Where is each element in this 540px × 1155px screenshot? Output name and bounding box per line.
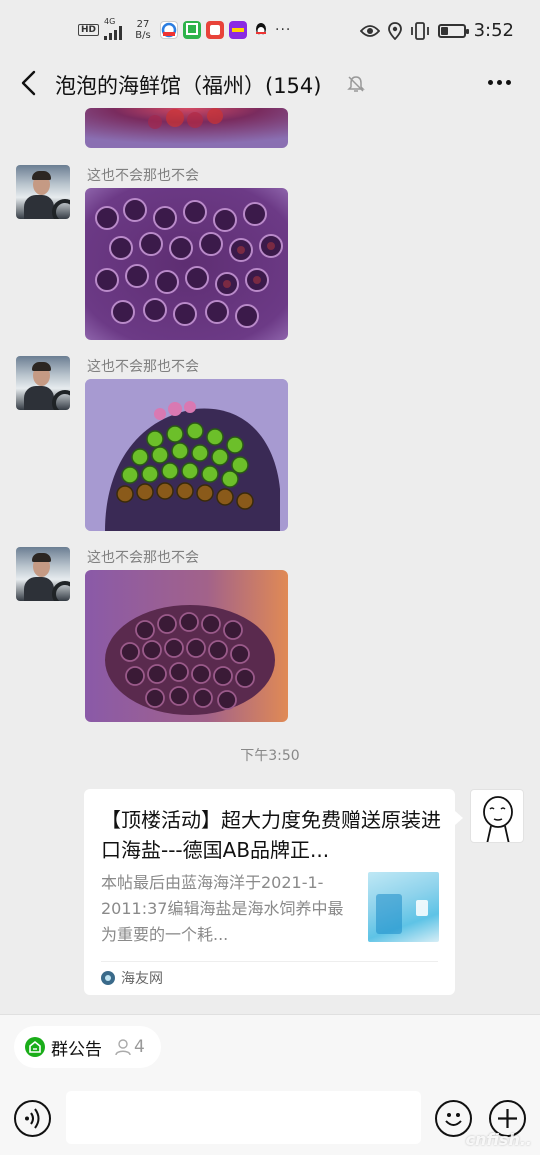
sender-name: 这也不会那也不会 [87, 168, 199, 184]
vibrate-icon [410, 21, 429, 40]
coral-image [85, 188, 288, 340]
net-speed-value: 27 [136, 19, 150, 30]
coral-image [85, 379, 288, 531]
net-speed-unit: B/s [135, 30, 151, 41]
input-row [0, 1091, 540, 1147]
source-name: 海友网 [121, 971, 163, 987]
signal-icon [104, 26, 123, 40]
hd-indicator: HD [78, 24, 100, 36]
sender-avatar[interactable] [16, 356, 70, 410]
notice-member-count: 4 [114, 1037, 145, 1057]
clock: 3:52 [473, 20, 514, 41]
image-message[interactable] [85, 188, 288, 340]
notice-label: 群公告 [51, 1039, 102, 1060]
chat-area[interactable]: 这也不会那也不会 这也不会那也不会 这也不会那也不会 下午3:50 【顶楼活动】… [0, 108, 540, 1014]
message-timestamp: 下午3:50 [240, 748, 300, 764]
message-input[interactable] [66, 1091, 421, 1144]
link-card-thumbnail [368, 872, 439, 942]
link-card-title: 【顶楼活动】超大力度免费赠送原装进口海盐---德国AB品牌正... [101, 808, 441, 862]
voice-button[interactable] [14, 1100, 51, 1137]
red-app-icon [206, 21, 225, 39]
sender-avatar[interactable] [16, 547, 70, 601]
more-notifications: ··· [275, 22, 292, 38]
image-message-partial[interactable] [85, 108, 288, 148]
my-avatar[interactable] [470, 789, 524, 843]
sender-name: 这也不会那也不会 [87, 550, 199, 566]
green-app-icon [183, 21, 202, 39]
network-indicator: 4G [104, 18, 126, 42]
location-icon [387, 21, 402, 40]
more-button[interactable] [486, 70, 516, 96]
image-message[interactable] [85, 379, 288, 531]
more-dot [506, 80, 511, 85]
chat-title: 泡泡的海鲜馆（福州）(154) [55, 74, 322, 98]
battery-fill [440, 26, 448, 35]
eye-icon [359, 24, 380, 37]
more-dot [488, 80, 493, 85]
coral-image [85, 570, 288, 722]
net-speed: 27 B/s [131, 19, 155, 41]
mute-indicator [346, 74, 366, 94]
battery-icon [437, 23, 469, 38]
input-panel: 群公告 4 cnfish.. [0, 1014, 540, 1155]
network-type: 4G [104, 17, 116, 26]
browser-app-icon [160, 21, 179, 39]
more-dot [497, 80, 502, 85]
link-card-source: 海友网 [101, 968, 163, 988]
card-divider [101, 961, 438, 962]
source-logo-icon [101, 971, 115, 985]
mute-bell-icon [347, 76, 365, 92]
sender-name: 这也不会那也不会 [87, 359, 199, 375]
back-arrow-icon [21, 70, 36, 96]
notice-icon [25, 1037, 45, 1057]
status-bar: HD 4G 27 B/s ··· 3:52 [0, 0, 540, 60]
member-count: 4 [134, 1037, 145, 1057]
sender-avatar[interactable] [16, 165, 70, 219]
back-button[interactable] [16, 68, 44, 98]
coral-image [85, 108, 288, 148]
link-card[interactable]: 【顶楼活动】超大力度免费赠送原装进口海盐---德国AB品牌正... 本帖最后由蓝… [84, 789, 463, 995]
face-sketch-icon [483, 796, 513, 842]
person-icon [115, 1039, 131, 1056]
status-right: 3:52 [359, 20, 514, 41]
link-card-description: 本帖最后由蓝海海洋于2021-1-2011:37编辑海盐是海水饲养中最为重要的一… [101, 873, 344, 944]
qq-icon [252, 21, 270, 39]
watermark: cnfish.. [465, 1130, 532, 1149]
voice-icon [25, 1108, 40, 1129]
group-notice-button[interactable]: 群公告 4 [14, 1026, 161, 1068]
chat-header: 泡泡的海鲜馆（福州）(154) [0, 60, 540, 108]
status-left: HD 4G 27 B/s ··· [78, 18, 291, 42]
image-message[interactable] [85, 570, 288, 722]
purple-app-icon [229, 21, 248, 39]
